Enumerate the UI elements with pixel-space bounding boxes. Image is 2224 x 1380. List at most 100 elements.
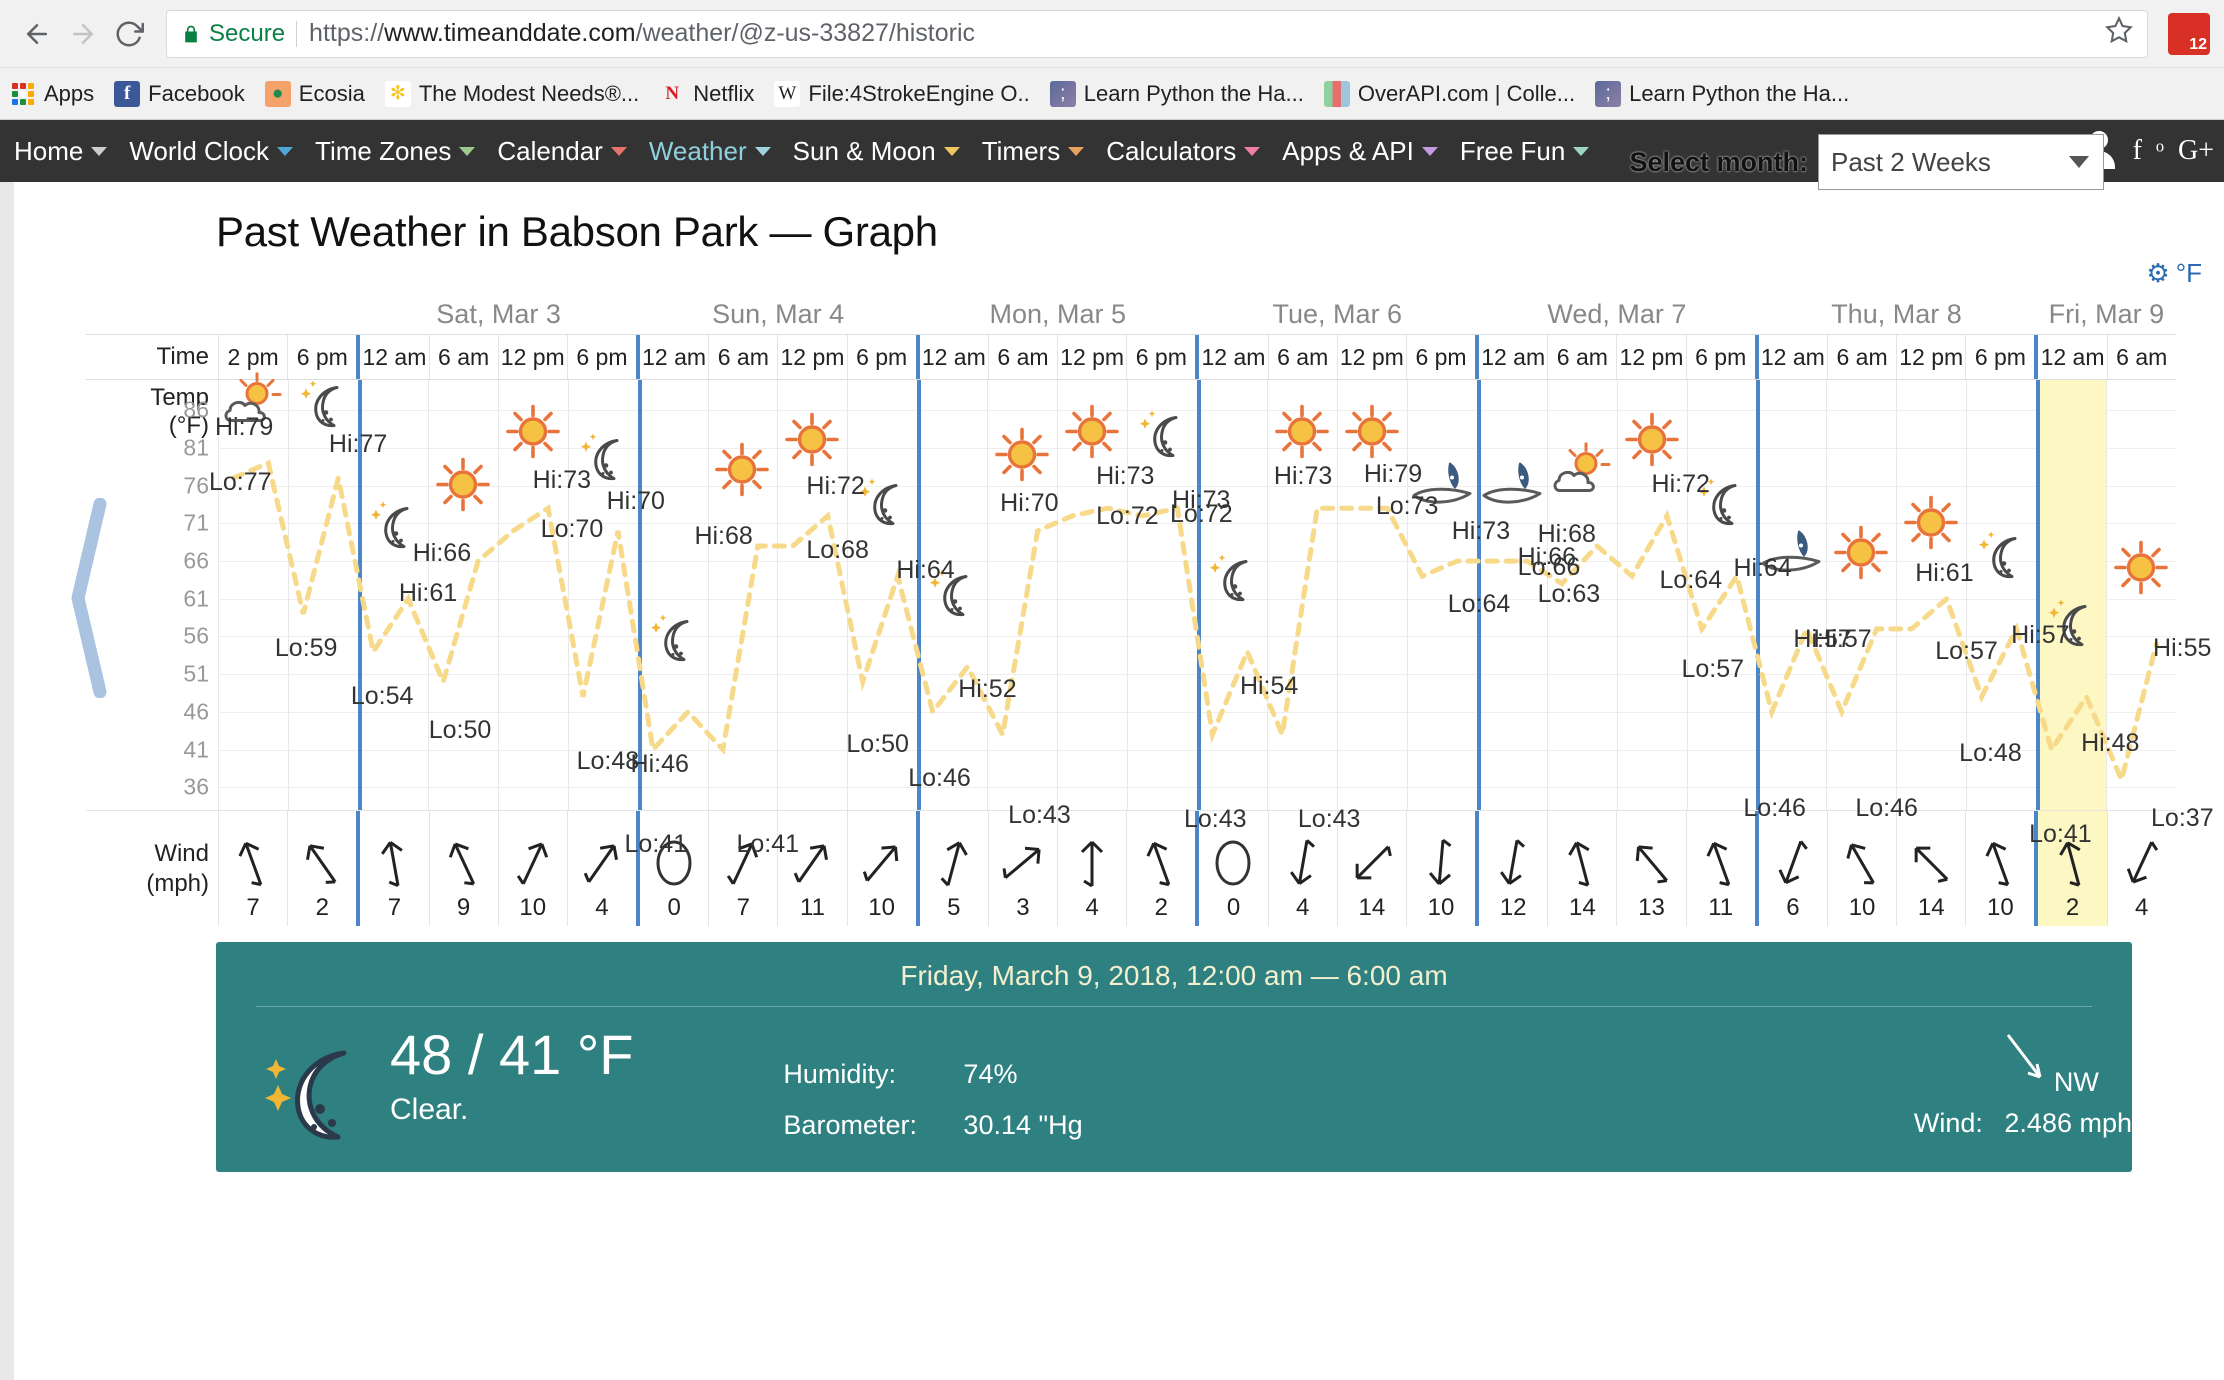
wind-cell[interactable]: 9 — [428, 811, 498, 926]
day-header-cell: Sun, Mar 4 — [712, 299, 845, 329]
extension-icon[interactable]: 12 — [2168, 12, 2210, 55]
bookmark-ecosia[interactable]: ● Ecosia — [264, 80, 365, 107]
time-header-cell[interactable]: 6 am — [1267, 335, 1337, 379]
wind-cell[interactable]: 7 — [218, 811, 287, 926]
y-axis-tick: 61 — [183, 585, 209, 612]
time-header-cell[interactable]: 6 pm — [846, 335, 916, 379]
bookmark-learn-python-1[interactable]: ; Learn Python the Ha... — [1049, 80, 1304, 107]
time-header-cell[interactable]: 12 am — [1475, 335, 1547, 379]
wind-cell[interactable]: 6 — [1754, 811, 1827, 926]
time-header-cell[interactable]: 12 pm — [497, 335, 567, 379]
twitter-share-icon[interactable]: ᵒ — [2156, 135, 2164, 167]
address-bar[interactable]: Secure https://www.timeanddate.com/weath… — [166, 9, 2148, 58]
nav-item-weather[interactable]: Weather — [649, 136, 771, 167]
wind-cell[interactable]: 7 — [356, 811, 428, 926]
wind-cell[interactable]: 11 — [1685, 811, 1755, 926]
unit-toggle[interactable]: ⚙ °F — [2146, 258, 2202, 289]
low-temp-label: Lo:41 — [736, 829, 800, 858]
time-header-cell[interactable]: 6 pm — [1685, 335, 1755, 379]
wind-cell[interactable]: 7 — [708, 811, 777, 926]
wind-direction-arrow-icon — [1066, 832, 1118, 894]
time-header-cell[interactable]: 12 am — [1195, 335, 1267, 379]
facebook-share-icon[interactable]: f — [2133, 135, 2142, 167]
time-header-cell[interactable]: 12 am — [636, 335, 708, 379]
wind-cell[interactable]: 2 — [287, 811, 356, 926]
bookmark-overapi[interactable]: OverAPI.com | Colle... — [1323, 80, 1575, 107]
chevron-down-icon — [1573, 146, 1590, 156]
time-header-cell[interactable]: 6 am — [2106, 335, 2176, 379]
nav-item-calculators[interactable]: Calculators — [1106, 136, 1261, 167]
python-icon: ; — [1049, 80, 1076, 107]
nav-item-apps-api[interactable]: Apps & API — [1282, 136, 1438, 167]
low-temp-label: Lo:59 — [274, 633, 338, 662]
month-select-dropdown[interactable]: Past 2 Weeks — [1818, 134, 2104, 190]
time-header-cell[interactable]: 12 pm — [1616, 335, 1685, 379]
wind-cell[interactable]: 0 — [636, 811, 708, 926]
nav-item-sun-moon[interactable]: Sun & Moon — [793, 136, 960, 167]
nav-item-calendar[interactable]: Calendar — [497, 136, 627, 167]
time-header-cell[interactable]: 12 pm — [1057, 335, 1126, 379]
wind-cell[interactable]: 4 — [566, 811, 636, 926]
nav-item-world-clock[interactable]: World Clock — [129, 136, 294, 167]
wind-cell[interactable]: 5 — [915, 811, 988, 926]
wind-label: Wind: — [1913, 1108, 1983, 1138]
wind-cell[interactable]: 10 — [1826, 811, 1896, 926]
previous-period-arrow[interactable] — [68, 497, 110, 699]
low-temp-label: Lo:43 — [1008, 800, 1071, 829]
time-header-cell[interactable]: 6 am — [1547, 335, 1616, 379]
lock-icon — [181, 22, 201, 46]
back-button[interactable] — [14, 11, 60, 57]
y-axis-tick: 71 — [183, 509, 209, 536]
time-header-cell[interactable]: 12 am — [2034, 335, 2106, 379]
time-header-cell[interactable]: 12 am — [1754, 335, 1827, 379]
nav-item-home[interactable]: Home — [14, 135, 108, 167]
wind-cell[interactable]: 14 — [1896, 811, 1965, 926]
nav-label: Home — [14, 135, 84, 166]
nav-item-timers[interactable]: Timers — [982, 136, 1085, 167]
google-plus-share-icon[interactable]: G+ — [2178, 135, 2214, 167]
bookmark-netflix[interactable]: N Netflix — [659, 81, 754, 107]
bookmark-wikipedia[interactable]: W File:4StrokeEngine O.. — [774, 80, 1030, 107]
reload-button[interactable] — [106, 11, 152, 57]
barometer-label: Barometer: — [783, 1110, 917, 1141]
wind-cell[interactable]: 14 — [1547, 811, 1616, 926]
forward-button[interactable] — [60, 11, 106, 57]
time-header-cell[interactable]: 6 am — [987, 335, 1057, 379]
nav-item-free-fun[interactable]: Free Fun — [1460, 136, 1590, 167]
bookmark-facebook[interactable]: f Facebook — [114, 80, 245, 107]
time-header-cell[interactable]: 6 pm — [287, 335, 356, 379]
temperature-plot[interactable]: Hi:79 Lo:77 Hi:77 Lo:59 Hi:61 Lo:54 Hi:66 Lo:50… — [209, 372, 2214, 858]
nav-item-time-zones[interactable]: Time Zones — [315, 136, 476, 167]
low-temp-label: Lo:63 — [1537, 579, 1601, 608]
chevron-down-icon — [2069, 156, 2089, 168]
time-header-cell[interactable]: 6 am — [428, 335, 498, 379]
time-header-cell[interactable]: 12 am — [915, 335, 988, 379]
time-header-cell[interactable]: 6 am — [708, 335, 777, 379]
time-header-cell[interactable]: 12 pm — [1896, 335, 1965, 379]
gear-icon[interactable]: ⚙ — [2146, 258, 2169, 289]
time-header-cell[interactable]: 6 am — [1826, 335, 1896, 379]
wind-direction-arrow-icon — [1695, 832, 1747, 894]
time-header-cell[interactable]: 12 pm — [1336, 335, 1406, 379]
bookmark-star-icon[interactable] — [2105, 15, 2133, 51]
wind-cell[interactable]: 10 — [1965, 811, 2034, 926]
wind-cell[interactable]: 10 — [1405, 811, 1475, 926]
wind-cell[interactable]: 11 — [777, 811, 846, 926]
time-header-cell[interactable]: 6 pm — [566, 335, 636, 379]
bookmark-modest-needs[interactable]: ✻ The Modest Needs®... — [384, 80, 639, 107]
bookmark-learn-python-2[interactable]: ; Learn Python the Ha... — [1595, 80, 1849, 107]
wind-cell[interactable]: 10 — [846, 811, 916, 926]
time-header-cell[interactable]: 6 pm — [1405, 335, 1475, 379]
bookmark-apps[interactable]: Apps — [10, 81, 94, 107]
low-temp-label: Lo:48 — [1959, 738, 2022, 767]
time-header-cell[interactable]: 6 pm — [1126, 335, 1195, 379]
time-header-cell[interactable]: 12 am — [356, 335, 428, 379]
time-header-cell[interactable]: 6 pm — [1965, 335, 2034, 379]
wind-cell[interactable]: 12 — [1475, 811, 1547, 926]
day-header-cell: Fri, Mar 9 — [2048, 299, 2165, 329]
sun-icon — [1834, 525, 1889, 584]
low-temp-label: Lo:41 — [624, 829, 688, 858]
wind-cell[interactable]: 10 — [497, 811, 567, 926]
wind-cell[interactable]: 13 — [1616, 811, 1685, 926]
time-header-cell[interactable]: 12 pm — [777, 335, 846, 379]
